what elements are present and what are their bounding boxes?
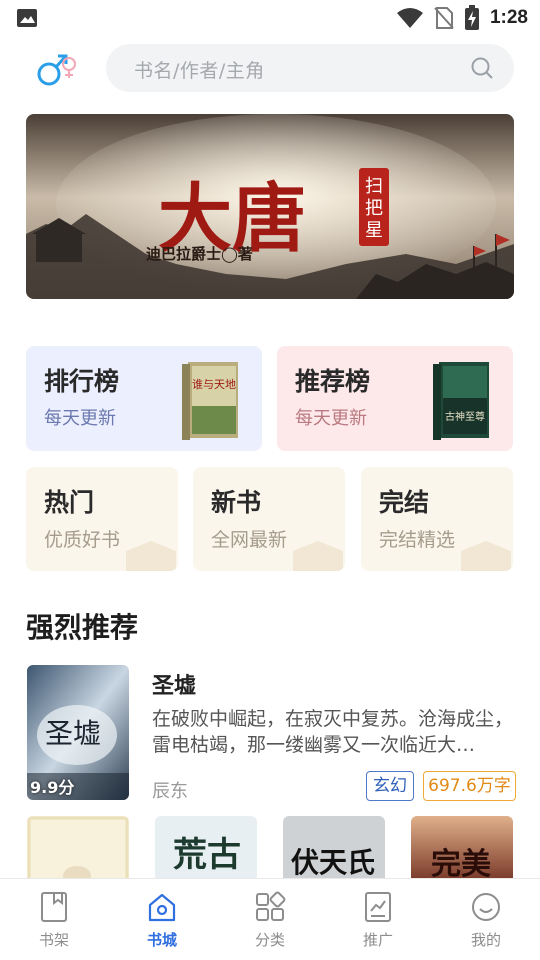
gender-switch-icon[interactable] — [36, 48, 80, 88]
book-cover-art: 伏天氏 — [283, 816, 385, 880]
status-bar: 1:28 — [0, 0, 540, 36]
svg-text:扫: 扫 — [365, 176, 383, 197]
promo-banner[interactable]: 大唐 扫 把 星 迪巴拉爵士◯著 — [26, 114, 514, 299]
genre-tag: 玄幻 — [366, 771, 414, 801]
svg-text:伏天氏: 伏天氏 — [291, 846, 375, 879]
book-cover[interactable] — [27, 816, 129, 880]
search-placeholder: 书名/作者/主角 — [134, 60, 265, 82]
svg-text:古神至尊: 古神至尊 — [445, 410, 485, 423]
featured-description: 在破败中崛起，在寂灭中复苏。沧海成尘，雷电枯竭，那一缕幽雾又一次临近大… — [152, 708, 514, 756]
wifi-icon — [396, 8, 423, 28]
hot-subtitle: 优质好书 — [44, 529, 121, 551]
book-cover-art — [27, 816, 129, 880]
tab-bookshelf[interactable]: 书架 — [0, 879, 108, 960]
book-watermark-icon — [126, 541, 176, 571]
svg-text:把: 把 — [365, 198, 383, 219]
ranking-title: 排行榜 — [44, 367, 120, 396]
book-cover-art: 荒古 — [155, 816, 257, 880]
banner-author: 迪巴拉爵士◯著 — [146, 245, 253, 263]
promotion-icon — [365, 892, 391, 922]
recommend-book-cover: 古神至尊 — [433, 362, 489, 440]
book-watermark-icon — [293, 541, 343, 571]
completed-subtitle: 完结精选 — [379, 529, 456, 551]
tab-bookshelf-label: 书架 — [38, 931, 69, 949]
recommend-subtitle: 每天更新 — [295, 408, 367, 429]
tab-profile-label: 我的 — [470, 931, 501, 949]
book-cover[interactable]: 荒古 — [155, 816, 257, 880]
word-count-tag: 697.6万字 — [423, 771, 516, 801]
recommend-title: 推荐榜 — [295, 367, 371, 396]
battery-charging-icon — [464, 5, 479, 30]
new-books-title: 新书 — [211, 488, 262, 517]
category-icon — [256, 891, 286, 921]
tab-promotion[interactable]: 推广 — [324, 879, 432, 960]
book-cover-art: 完美 — [411, 816, 513, 880]
completed-card[interactable]: 完结 完结精选 — [361, 467, 513, 571]
featured-author: 辰东 — [152, 781, 188, 802]
book-cover[interactable]: 完美 — [411, 816, 513, 880]
banner-seal: 扫 把 星 — [359, 168, 389, 246]
featured-score: 9.9分 — [30, 778, 75, 797]
search-icon[interactable] — [470, 56, 494, 80]
featured-book-cover[interactable]: 圣墟 9.9分 — [27, 665, 129, 800]
svg-text:圣墟: 圣墟 — [45, 717, 101, 750]
section-title: 强烈推荐 — [26, 611, 139, 644]
bottom-tab-bar: 书架 书城 分类 推广 我的 — [0, 878, 540, 960]
image-icon — [17, 9, 37, 27]
ranking-card[interactable]: 排行榜 每天更新 谁与天地 — [26, 346, 262, 451]
hot-title: 热门 — [44, 488, 95, 517]
ranking-subtitle: 每天更新 — [44, 408, 116, 429]
hot-card[interactable]: 热门 优质好书 — [26, 467, 178, 571]
tab-category-label: 分类 — [254, 931, 285, 949]
bookstore-icon — [148, 893, 176, 922]
svg-text:星: 星 — [365, 220, 383, 241]
search-bar[interactable]: 书名/作者/主角 — [106, 44, 514, 92]
status-time: 1:28 — [489, 7, 528, 28]
svg-text:荒古: 荒古 — [173, 835, 241, 875]
profile-icon — [472, 893, 500, 921]
svg-text:完美: 完美 — [431, 847, 491, 880]
tab-bookstore-label: 书城 — [146, 931, 177, 949]
tab-bookstore[interactable]: 书城 — [108, 879, 216, 960]
tab-category[interactable]: 分类 — [216, 879, 324, 960]
recommend-card[interactable]: 推荐榜 每天更新 古神至尊 — [277, 346, 513, 451]
book-watermark-icon — [461, 541, 511, 571]
completed-title: 完结 — [379, 488, 430, 517]
no-sim-icon — [434, 7, 454, 29]
new-books-card[interactable]: 新书 全网最新 — [193, 467, 345, 571]
new-books-subtitle: 全网最新 — [211, 529, 288, 551]
tab-promotion-label: 推广 — [362, 931, 393, 949]
tab-profile[interactable]: 我的 — [432, 879, 540, 960]
book-cover[interactable]: 伏天氏 — [283, 816, 385, 880]
ranking-book-cover: 谁与天地 — [182, 362, 238, 440]
bookshelf-icon — [41, 892, 67, 922]
banner-artwork: 大唐 扫 把 星 迪巴拉爵士◯著 — [26, 114, 514, 299]
svg-text:谁与天地: 谁与天地 — [192, 378, 236, 391]
featured-book-title[interactable]: 圣墟 — [152, 668, 196, 700]
